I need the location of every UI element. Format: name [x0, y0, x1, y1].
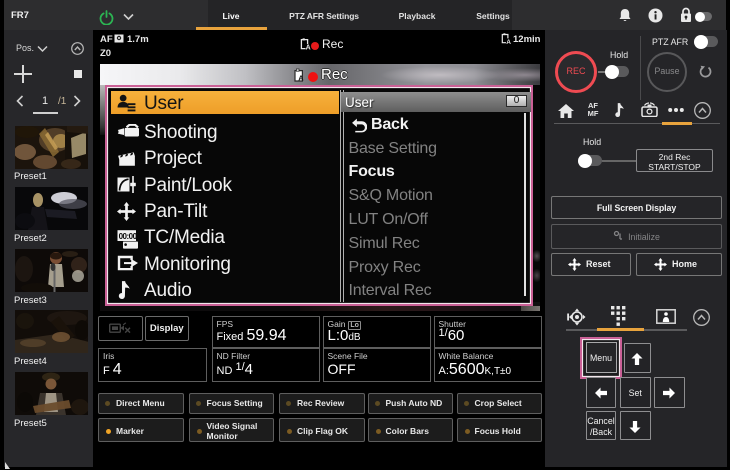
svg-text:A: A — [506, 39, 511, 44]
svg-text:A: A — [306, 45, 311, 50]
svg-text:00:00: 00:00 — [119, 231, 138, 240]
svg-text:A: A — [298, 74, 304, 83]
